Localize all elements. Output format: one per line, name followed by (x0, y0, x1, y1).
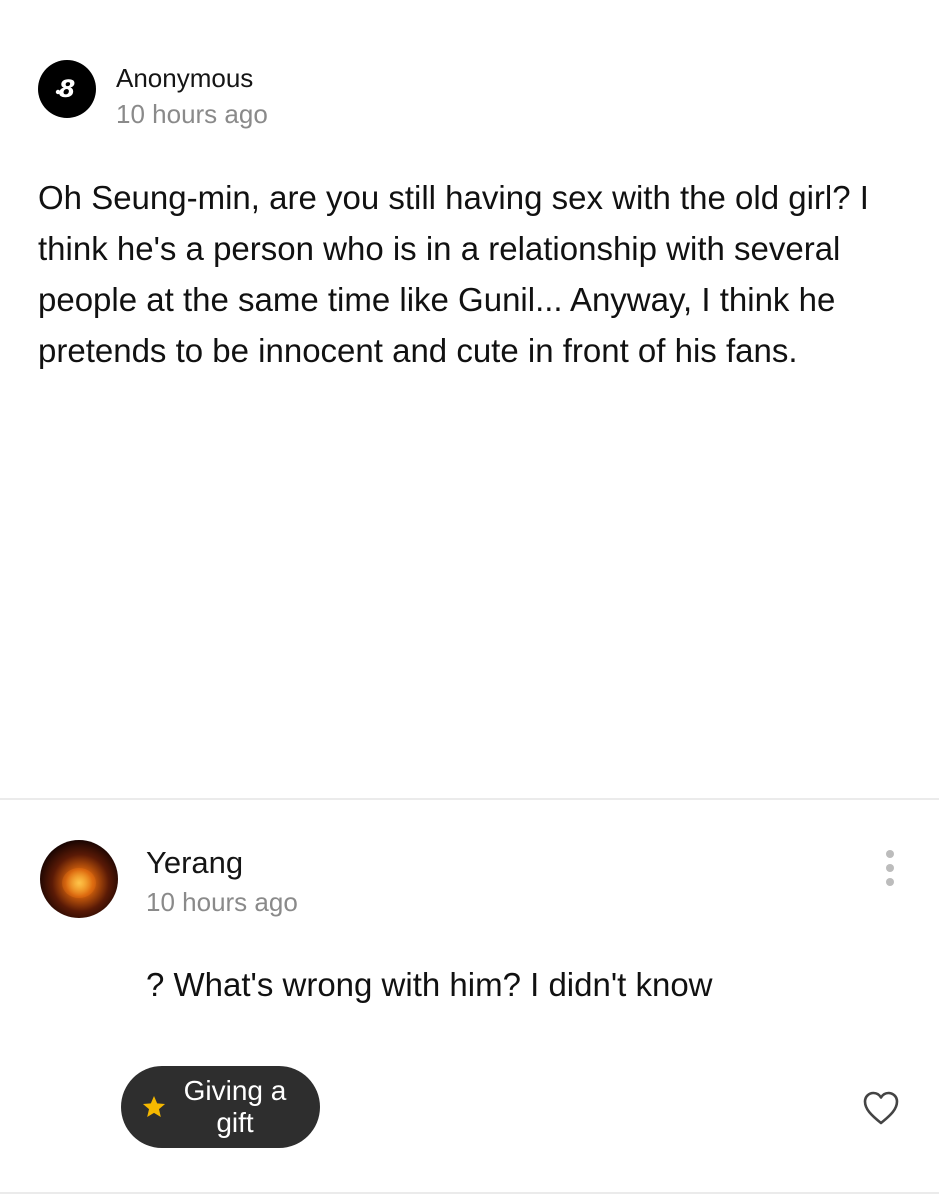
comment-timestamp: 10 hours ago (146, 887, 298, 917)
more-options-button[interactable] (872, 846, 908, 890)
post: 8 Anonymous 10 hours ago Oh Seung-min, a… (0, 0, 939, 798)
heart-outline-icon[interactable] (862, 1090, 900, 1126)
more-vertical-icon-dot (886, 864, 894, 872)
svg-text:8: 8 (59, 75, 76, 103)
bottom-divider (0, 1192, 939, 1194)
comment-avatar[interactable] (40, 840, 118, 918)
post-timestamp: 10 hours ago (116, 99, 268, 129)
giving-gift-button[interactable]: Giving a gift (121, 1066, 320, 1148)
comment-author-name[interactable]: Yerang (146, 844, 243, 882)
more-vertical-icon-dot (886, 878, 894, 886)
post-avatar[interactable]: 8 (38, 60, 96, 118)
avatar-image (62, 868, 96, 898)
gift-button-label: Giving a gift (183, 1075, 287, 1138)
comment-body: ? What's wrong with him? I didn't know (146, 966, 713, 1003)
divider (0, 798, 939, 800)
star-icon (142, 1095, 166, 1117)
post-author-name[interactable]: Anonymous (116, 62, 253, 94)
post-body: Oh Seung-min, are you still having sex w… (38, 179, 869, 369)
anonymous-logo-icon: 8 (55, 75, 76, 103)
more-vertical-icon (886, 850, 894, 858)
